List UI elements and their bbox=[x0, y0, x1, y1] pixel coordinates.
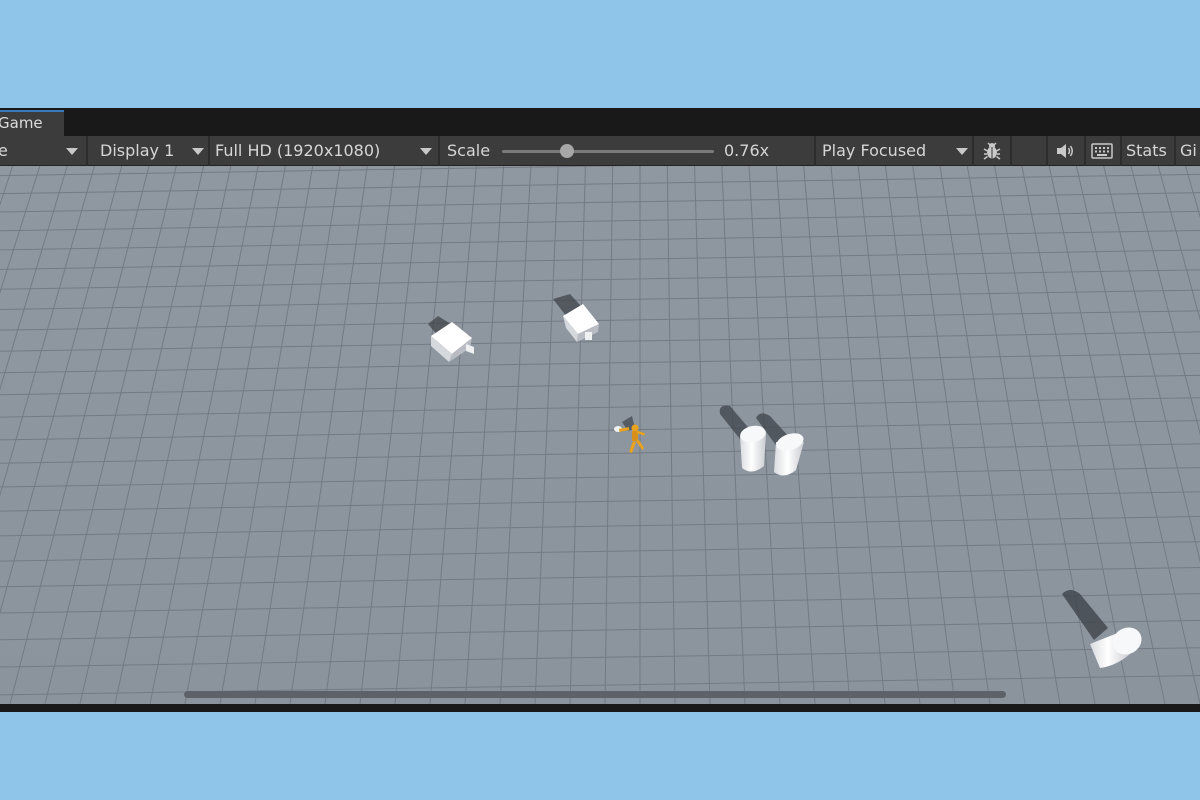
tab-bar: Game bbox=[0, 108, 1200, 136]
resolution-dropdown[interactable]: Full HD (1920x1080) bbox=[210, 136, 438, 166]
scale-label: Scale bbox=[447, 141, 491, 160]
speaker-icon bbox=[1057, 144, 1073, 158]
game-view-panel: Game e Display 1 Full HD (1920x1080) Sca… bbox=[0, 108, 1200, 712]
scale-slider-thumb[interactable] bbox=[560, 144, 574, 158]
stats-button[interactable]: Stats bbox=[1122, 136, 1174, 166]
mute-audio-button[interactable] bbox=[1048, 136, 1084, 166]
display-dropdown-label: Display 1 bbox=[100, 141, 175, 160]
debug-button[interactable] bbox=[974, 136, 1010, 166]
shortcuts-button[interactable] bbox=[1086, 136, 1120, 166]
game-viewport[interactable] bbox=[0, 166, 1200, 704]
gizmos-button[interactable]: Gi bbox=[1180, 136, 1200, 166]
resolution-dropdown-label: Full HD (1920x1080) bbox=[215, 141, 381, 160]
game-toolbar: e Display 1 Full HD (1920x1080) Scale 0.… bbox=[0, 136, 1200, 166]
bottom-border bbox=[0, 704, 1200, 712]
chevron-down-icon bbox=[66, 148, 78, 155]
chevron-down-icon bbox=[956, 148, 968, 155]
keyboard-icon bbox=[1091, 143, 1113, 159]
chevron-down-icon bbox=[420, 148, 432, 155]
bug-icon bbox=[983, 142, 1001, 160]
scale-slider-track[interactable] bbox=[502, 150, 714, 153]
divider bbox=[438, 136, 440, 166]
mode-dropdown[interactable]: e bbox=[0, 136, 86, 166]
horizontal-scrollbar[interactable] bbox=[184, 691, 1006, 698]
divider bbox=[1174, 136, 1176, 166]
chevron-down-icon bbox=[192, 148, 204, 155]
scene-render bbox=[0, 166, 1200, 704]
divider bbox=[1010, 136, 1012, 166]
play-mode-dropdown-label: Play Focused bbox=[822, 141, 927, 160]
mode-dropdown-label: e bbox=[0, 141, 8, 160]
scale-value: 0.76x bbox=[724, 141, 770, 160]
play-mode-dropdown[interactable]: Play Focused bbox=[816, 136, 972, 166]
display-dropdown[interactable]: Display 1 bbox=[88, 136, 208, 166]
tab-game[interactable]: Game bbox=[0, 110, 64, 136]
